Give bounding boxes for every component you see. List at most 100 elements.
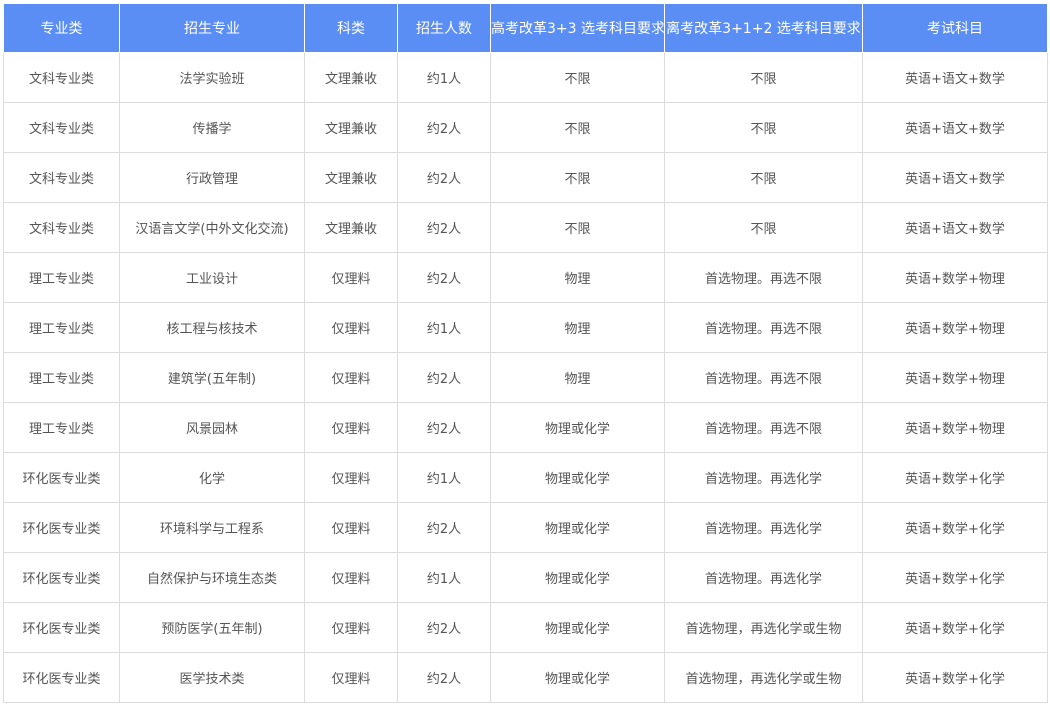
cell-req-3-3: 物理或化学: [490, 452, 665, 503]
cell-req-3-3: 物理: [490, 252, 665, 303]
cell-req-3-3: 不限: [490, 202, 665, 253]
cell-major: 行政管理: [119, 152, 305, 203]
table-row: 理工专业类 核工程与核技术 仅理料 约1人 物理 首选物理。再选不限 英语+数学+物理: [3, 302, 1048, 353]
cell-subject-type: 仅理料: [304, 552, 398, 603]
cell-major: 化学: [119, 452, 305, 503]
cell-major: 建筑学(五年制): [119, 352, 305, 403]
cell-major: 工业设计: [119, 252, 305, 303]
cell-req-3-3: 物理或化学: [490, 652, 665, 703]
cell-req-3-3: 物理: [490, 352, 665, 403]
header-req-3-3: 高考改革3+3 选考科目要求: [490, 3, 665, 53]
cell-exam-subjects: 英语+数学+化学: [862, 552, 1048, 603]
cell-category: 理工专业类: [3, 302, 120, 353]
cell-major: 环境科学与工程系: [119, 502, 305, 553]
table-row: 文科专业类 法学实验班 文理兼收 约1人 不限 不限 英语+语文+数学: [3, 52, 1048, 103]
table-row: 环化医专业类 预防医学(五年制) 仅理料 约2人 物理或化学 首选物理，再选化学或生物 英语…: [3, 602, 1048, 653]
cell-req-3-1-2: 不限: [664, 52, 863, 103]
cell-major: 自然保护与环境生态类: [119, 552, 305, 603]
cell-subject-type: 仅理料: [304, 602, 398, 653]
cell-category: 环化医专业类: [3, 602, 120, 653]
cell-category: 文科专业类: [3, 52, 120, 103]
cell-req-3-3: 物理或化学: [490, 602, 665, 653]
cell-exam-subjects: 英语+语文+数学: [862, 152, 1048, 203]
cell-req-3-1-2: 首选物理。再选化学: [664, 552, 863, 603]
cell-req-3-3: 不限: [490, 102, 665, 153]
cell-subject-type: 仅理料: [304, 402, 398, 453]
cell-enrollment: 约1人: [397, 452, 491, 503]
cell-enrollment: 约2人: [397, 152, 491, 203]
header-subject-type: 科类: [304, 3, 398, 53]
cell-exam-subjects: 英语+数学+物理: [862, 252, 1048, 303]
header-major: 招生专业: [119, 3, 305, 53]
cell-subject-type: 文理兼收: [304, 202, 398, 253]
cell-subject-type: 文理兼收: [304, 52, 398, 103]
table-row: 环化医专业类 环境科学与工程系 仅理料 约2人 物理或化学 首选物理。再选化学 英语+数学+…: [3, 502, 1048, 553]
cell-category: 文科专业类: [3, 152, 120, 203]
cell-enrollment: 约2人: [397, 202, 491, 253]
table-row: 环化医专业类 自然保护与环境生态类 仅理料 约1人 物理或化学 首选物理。再选化学 英语+数…: [3, 552, 1048, 603]
cell-req-3-1-2: 首选物理，再选化学或生物: [664, 652, 863, 703]
cell-enrollment: 约2人: [397, 102, 491, 153]
table-row: 环化医专业类 医学技术类 仅理料 约2人 物理或化学 首选物理，再选化学或生物 英语+数学+…: [3, 652, 1048, 703]
cell-exam-subjects: 英语+数学+化学: [862, 652, 1048, 703]
cell-category: 理工专业类: [3, 252, 120, 303]
cell-category: 文科专业类: [3, 202, 120, 253]
cell-req-3-1-2: 首选物理，再选化学或生物: [664, 602, 863, 653]
cell-enrollment: 约2人: [397, 652, 491, 703]
cell-subject-type: 仅理料: [304, 352, 398, 403]
cell-exam-subjects: 英语+数学+物理: [862, 302, 1048, 353]
cell-exam-subjects: 英语+语文+数学: [862, 102, 1048, 153]
cell-exam-subjects: 英语+数学+物理: [862, 402, 1048, 453]
header-exam-subjects: 考试科目: [862, 3, 1048, 53]
cell-req-3-3: 不限: [490, 152, 665, 203]
cell-req-3-3: 物理: [490, 302, 665, 353]
cell-enrollment: 约2人: [397, 352, 491, 403]
cell-subject-type: 仅理料: [304, 502, 398, 553]
cell-req-3-1-2: 不限: [664, 152, 863, 203]
table-row: 文科专业类 行政管理 文理兼收 约2人 不限 不限 英语+语文+数学: [3, 152, 1048, 203]
cell-req-3-3: 物理或化学: [490, 502, 665, 553]
cell-req-3-3: 不限: [490, 52, 665, 103]
table-header: 专业类 招生专业 科类 招生人数 高考改革3+3 选考科目要求 离考改革3+1+…: [3, 3, 1048, 53]
table-row: 文科专业类 传播学 文理兼收 约2人 不限 不限 英语+语文+数学: [3, 102, 1048, 153]
header-category: 专业类: [3, 3, 120, 53]
cell-enrollment: 约2人: [397, 402, 491, 453]
cell-req-3-1-2: 首选物理。再选不限: [664, 352, 863, 403]
cell-enrollment: 约2人: [397, 252, 491, 303]
table-row: 文科专业类 汉语言文学(中外文化交流) 文理兼收 约2人 不限 不限 英语+语文+数学: [3, 202, 1048, 253]
cell-category: 文科专业类: [3, 102, 120, 153]
cell-enrollment: 约1人: [397, 52, 491, 103]
cell-exam-subjects: 英语+数学+化学: [862, 452, 1048, 503]
admissions-table: 专业类 招生专业 科类 招生人数 高考改革3+3 选考科目要求 离考改革3+1+…: [3, 3, 1048, 703]
cell-subject-type: 文理兼收: [304, 102, 398, 153]
cell-enrollment: 约2人: [397, 502, 491, 553]
cell-major: 核工程与核技术: [119, 302, 305, 353]
cell-subject-type: 仅理料: [304, 452, 398, 503]
cell-enrollment: 约1人: [397, 302, 491, 353]
cell-subject-type: 仅理料: [304, 252, 398, 303]
table-row: 理工专业类 建筑学(五年制) 仅理料 约2人 物理 首选物理。再选不限 英语+数学+物理: [3, 352, 1048, 403]
cell-req-3-3: 物理或化学: [490, 552, 665, 603]
cell-subject-type: 仅理料: [304, 652, 398, 703]
cell-req-3-1-2: 首选物理。再选化学: [664, 452, 863, 503]
cell-category: 环化医专业类: [3, 552, 120, 603]
cell-req-3-1-2: 首选物理。再选不限: [664, 302, 863, 353]
cell-category: 环化医专业类: [3, 452, 120, 503]
page: 专业类 招生专业 科类 招生人数 高考改革3+3 选考科目要求 离考改革3+1+…: [0, 0, 1050, 707]
cell-category: 环化医专业类: [3, 652, 120, 703]
cell-major: 汉语言文学(中外文化交流): [119, 202, 305, 253]
cell-req-3-1-2: 不限: [664, 202, 863, 253]
cell-req-3-1-2: 首选物理。再选不限: [664, 252, 863, 303]
cell-enrollment: 约2人: [397, 602, 491, 653]
header-row: 专业类 招生专业 科类 招生人数 高考改革3+3 选考科目要求 离考改革3+1+…: [3, 3, 1048, 53]
cell-subject-type: 仅理料: [304, 302, 398, 353]
cell-req-3-3: 物理或化学: [490, 402, 665, 453]
table-row: 环化医专业类 化学 仅理料 约1人 物理或化学 首选物理。再选化学 英语+数学+化学: [3, 452, 1048, 503]
cell-req-3-1-2: 首选物理。再选不限: [664, 402, 863, 453]
cell-req-3-1-2: 不限: [664, 102, 863, 153]
cell-req-3-1-2: 首选物理。再选化学: [664, 502, 863, 553]
cell-category: 理工专业类: [3, 402, 120, 453]
cell-exam-subjects: 英语+语文+数学: [862, 202, 1048, 253]
cell-exam-subjects: 英语+数学+化学: [862, 602, 1048, 653]
table-row: 理工专业类 风景园林 仅理料 约2人 物理或化学 首选物理。再选不限 英语+数学+物理: [3, 402, 1048, 453]
